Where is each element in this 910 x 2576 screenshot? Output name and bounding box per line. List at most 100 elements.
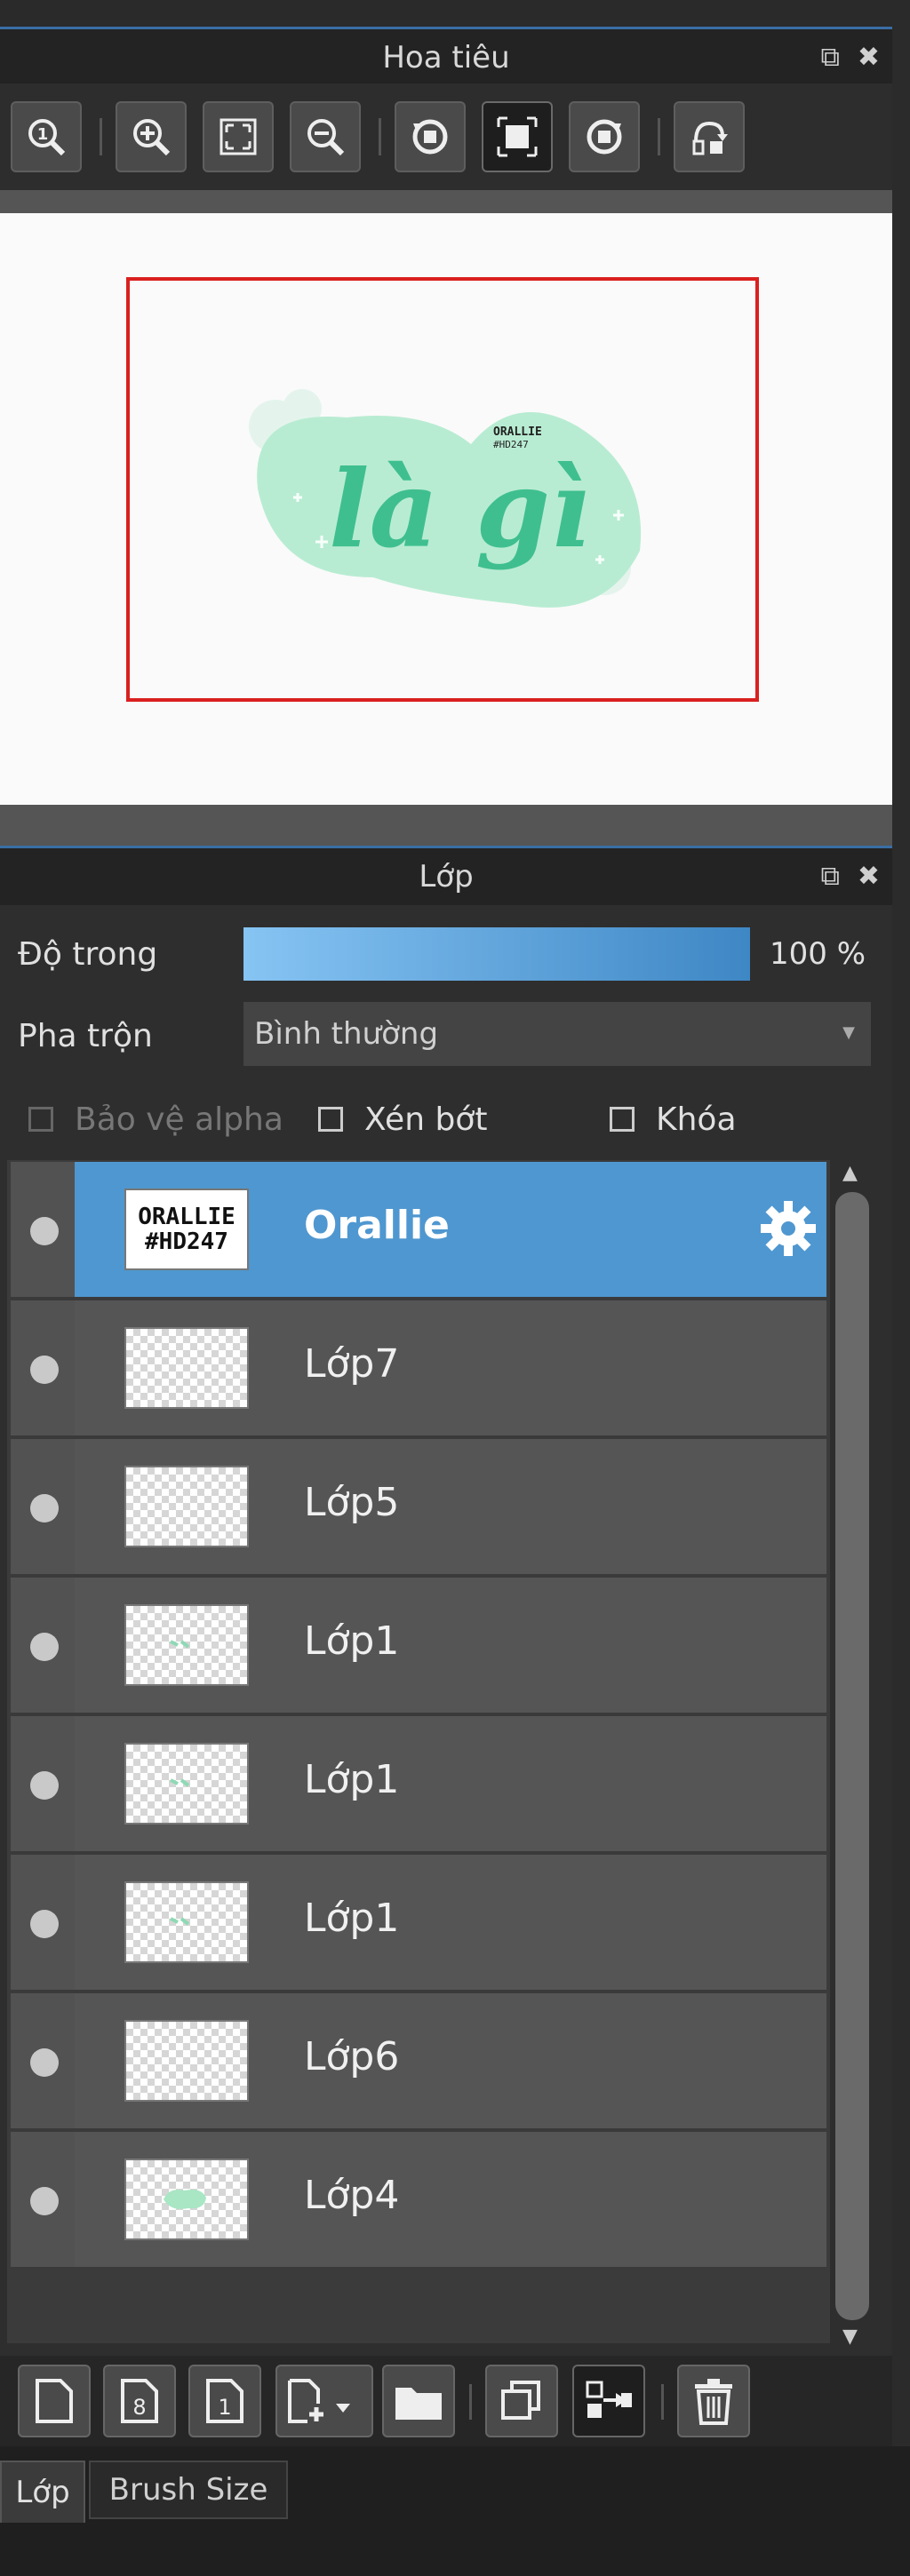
layer-row-orallie[interactable]: ORALLIE #HD247 Orallie <box>11 1162 826 1300</box>
visibility-toggle[interactable] <box>11 1993 75 2128</box>
add-layer-dropdown-icon <box>288 2379 350 2423</box>
new-8bit-layer-button[interactable]: 8 <box>103 2365 176 2437</box>
layer-row[interactable]: Lớp7 <box>11 1300 826 1439</box>
zoom-in-icon <box>133 119 171 156</box>
layer-thumbnail <box>124 2159 249 2240</box>
layer-name: Lớp1 <box>304 1757 400 1802</box>
toolbar-separator <box>658 118 660 155</box>
visibility-toggle[interactable] <box>11 1855 75 1990</box>
merge-down-icon <box>586 2381 632 2418</box>
undock-icon[interactable]: ⧉ <box>820 861 839 892</box>
toolbar-separator <box>100 118 102 155</box>
visibility-toggle[interactable] <box>11 1716 75 1851</box>
opacity-slider[interactable] <box>243 927 750 981</box>
clipping-label: Xén bớt <box>364 1101 488 1138</box>
visibility-toggle[interactable] <box>11 1300 75 1435</box>
blend-select[interactable]: Bình thường ▼ <box>243 1002 871 1066</box>
svg-text:8: 8 <box>132 2395 146 2420</box>
lock-checkbox[interactable] <box>610 1107 635 1132</box>
visibility-toggle[interactable] <box>11 1439 75 1574</box>
visibility-toggle[interactable] <box>11 1162 75 1297</box>
duplicate-layer-icon <box>501 2381 540 2420</box>
layer-row[interactable]: Lớp1 <box>11 1716 826 1855</box>
preview-small-text-1: ORALLIE <box>493 425 542 439</box>
navigator-header: Hoa tiêu ⧉ ✖ <box>0 27 892 86</box>
layer-thumbnail <box>124 1466 249 1547</box>
visibility-dot-icon <box>30 1494 59 1523</box>
scroll-down-icon[interactable]: ▼ <box>842 2326 858 2348</box>
thumb-text-1: ORALLIE <box>138 1204 235 1230</box>
delete-layer-icon <box>695 2379 732 2425</box>
delete-layer-button[interactable] <box>677 2365 750 2437</box>
flip-horizontal-button[interactable] <box>674 101 745 172</box>
layers-header: Lớp ⧉ ✖ <box>0 846 892 905</box>
tab-brush-size[interactable]: Brush Size <box>89 2461 288 2519</box>
rotate-right-button[interactable] <box>569 101 640 172</box>
visibility-dot-icon <box>30 1633 59 1661</box>
chevron-down-icon: ▼ <box>842 1023 855 1042</box>
new-layer-button[interactable] <box>18 2365 91 2437</box>
layer-row[interactable]: Lớp6 <box>11 1993 826 2132</box>
protect-alpha-checkbox[interactable] <box>28 1107 53 1132</box>
scrollbar-thumb[interactable] <box>835 1192 869 2320</box>
layer-thumbnail <box>124 2020 249 2102</box>
zoom-out-icon <box>307 119 345 156</box>
svg-text:1: 1 <box>218 2395 231 2420</box>
new-folder-button[interactable] <box>382 2365 455 2437</box>
fit-canvas-icon <box>497 116 538 157</box>
layer-scrollbar[interactable]: ▲ ▼ <box>835 1160 871 2356</box>
layer-thumbnail <box>124 1327 249 1409</box>
visibility-dot-icon <box>30 2187 59 2215</box>
layer-thumbnail <box>124 1881 249 1963</box>
clipping-checkbox[interactable] <box>318 1107 343 1132</box>
toolbar-separator <box>469 2384 472 2420</box>
layer-row[interactable]: Lớp1 <box>11 1855 826 1993</box>
new-1bit-layer-button[interactable]: 1 <box>188 2365 261 2437</box>
layer-row[interactable]: Lớp4 <box>11 2132 826 2270</box>
blend-value: Bình thường <box>254 1016 439 1052</box>
layer-name: Lớp6 <box>304 2034 400 2079</box>
blend-label: Pha trộn <box>18 1018 153 1054</box>
layers-title: Lớp <box>419 859 474 894</box>
zoom-actual-icon: 1 <box>28 119 66 156</box>
layer-name: Lớp1 <box>304 1896 400 1941</box>
zoom-out-button[interactable] <box>290 101 361 172</box>
zoom-in-button[interactable] <box>116 101 187 172</box>
layer-name: Lớp4 <box>304 2173 400 2218</box>
folder-icon <box>395 2388 442 2420</box>
duplicate-layer-button[interactable] <box>485 2365 558 2437</box>
zoom-actual-button[interactable]: 1 <box>11 101 82 172</box>
scroll-up-icon[interactable]: ▲ <box>842 1162 858 1184</box>
close-icon[interactable]: ✖ <box>858 42 880 73</box>
thumb-text-2: #HD247 <box>145 1228 228 1255</box>
layer-row[interactable]: Lớp1 <box>11 1578 826 1716</box>
layer-name: Lớp7 <box>304 1341 400 1387</box>
close-icon[interactable]: ✖ <box>858 861 880 892</box>
new-8bit-layer-icon: 8 <box>121 2379 158 2423</box>
layer-name: Lớp1 <box>304 1618 400 1664</box>
visibility-dot-icon <box>30 1356 59 1384</box>
layer-thumbnail: ORALLIE #HD247 <box>124 1189 249 1270</box>
tab-layers[interactable]: Lớp <box>0 2461 85 2523</box>
visibility-toggle[interactable] <box>11 2132 75 2267</box>
fit-canvas-button[interactable] <box>482 101 553 172</box>
undock-icon[interactable]: ⧉ <box>820 42 839 73</box>
toolbar-separator <box>379 118 381 155</box>
preview-small-text-2: #HD247 <box>493 439 529 450</box>
merge-down-button[interactable] <box>572 2365 645 2437</box>
visibility-dot-icon <box>30 1771 59 1800</box>
lock-label: Khóa <box>656 1101 737 1138</box>
fit-window-button[interactable] <box>203 101 274 172</box>
navigator-title: Hoa tiêu <box>382 40 510 76</box>
navigator-preview[interactable]: là gì ORALLIE #HD247 <box>0 213 892 805</box>
flip-horizontal-icon <box>692 121 728 155</box>
layer-name: Lớp5 <box>304 1480 400 1525</box>
rotate-left-icon <box>412 119 448 155</box>
new-1bit-layer-icon: 1 <box>206 2379 243 2423</box>
rotate-left-button[interactable] <box>395 101 466 172</box>
gear-icon[interactable] <box>759 1199 818 1258</box>
add-layer-dropdown-button[interactable] <box>275 2365 373 2437</box>
layer-row[interactable]: Lớp5 <box>11 1439 826 1578</box>
rotate-right-icon <box>587 119 622 155</box>
visibility-toggle[interactable] <box>11 1578 75 1713</box>
